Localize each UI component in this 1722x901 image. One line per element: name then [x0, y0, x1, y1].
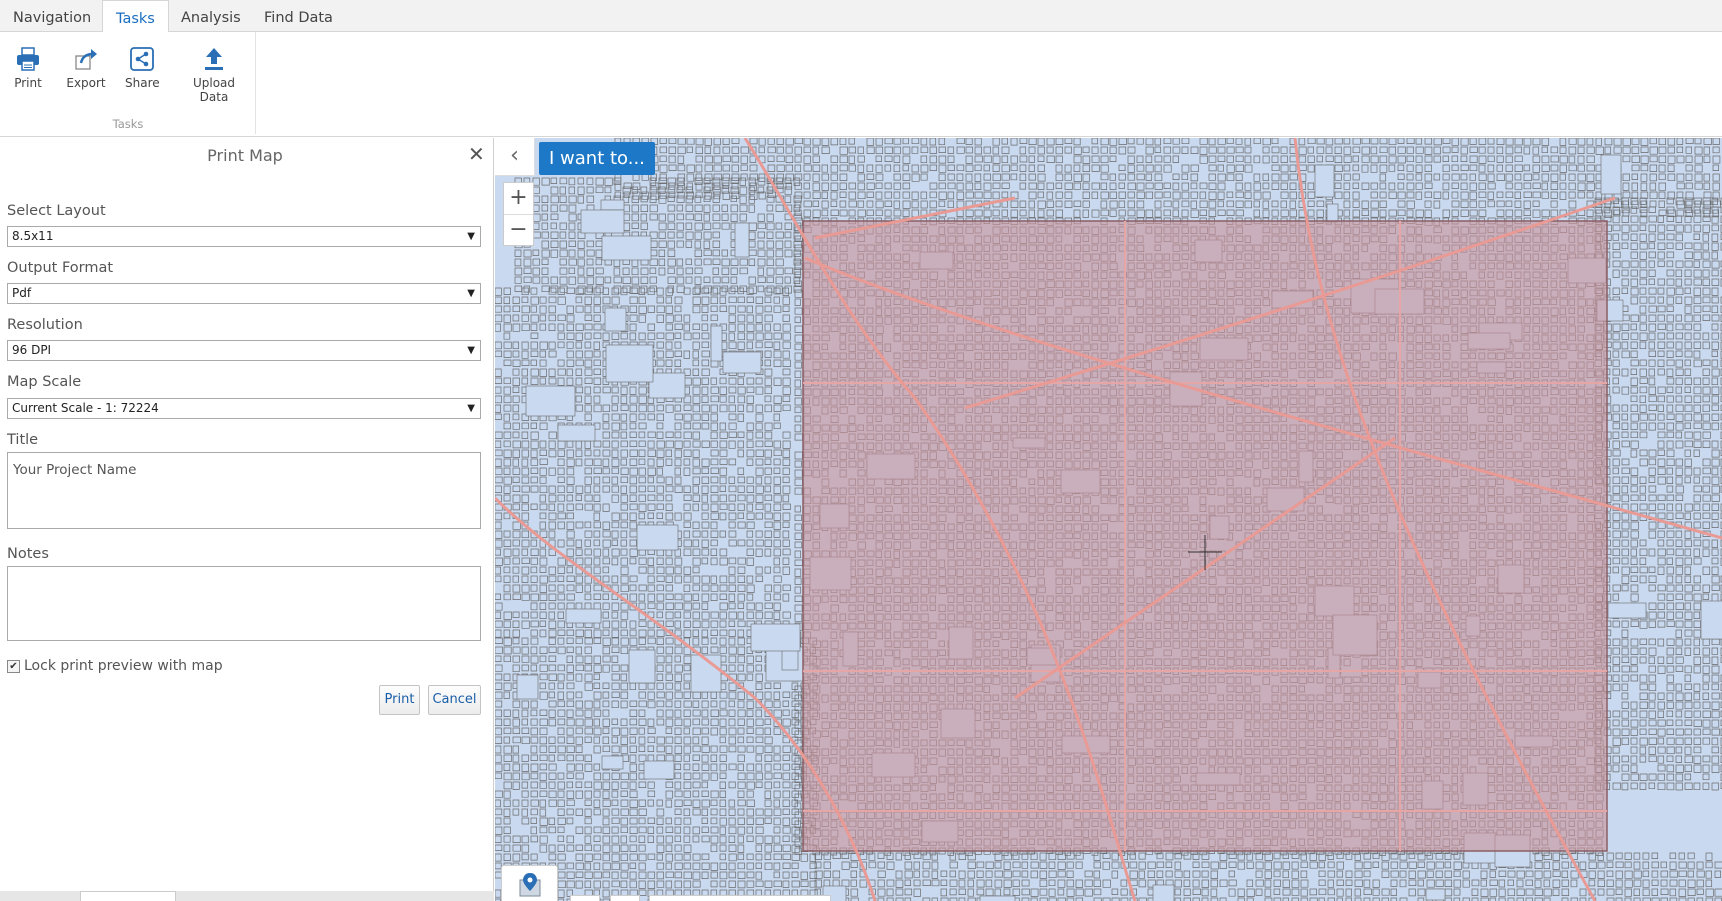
map-bottom-control[interactable]	[610, 895, 640, 901]
ribbon: Print Export Share Upload Data Tasks	[0, 32, 1722, 137]
tab-tasks[interactable]: Tasks	[102, 0, 169, 33]
map-bottom-control[interactable]	[570, 895, 600, 901]
title-label: Title	[7, 432, 39, 448]
open-parcel	[1700, 600, 1722, 640]
map-scale-value: Current Scale - 1: 72224	[12, 401, 159, 415]
chevron-down-icon: ▼	[467, 231, 475, 242]
ribbon-group-label: Tasks	[112, 117, 144, 131]
tab-find-data[interactable]: Find Data	[251, 0, 346, 32]
zoom-in-button[interactable]: +	[504, 183, 533, 214]
open-parcel	[643, 760, 675, 780]
close-icon[interactable]: ✕	[468, 142, 485, 166]
map-scale-dropdown[interactable]: Current Scale - 1: 72224 ▼	[7, 398, 481, 419]
upload-data-button-label: Upload Data	[192, 76, 236, 104]
open-parcel	[1425, 888, 1446, 901]
notes-textarea[interactable]	[7, 566, 481, 641]
export-icon	[75, 49, 97, 70]
zoom-control: + −	[503, 182, 534, 246]
printer-icon	[17, 47, 39, 71]
resolution-value: 96 DPI	[12, 343, 52, 357]
resolution-dropdown[interactable]: 96 DPI ▼	[7, 340, 481, 361]
collapse-panel-button[interactable]: ‹	[495, 138, 535, 176]
map-scale-bar	[649, 895, 831, 901]
print-button[interactable]: Print	[12, 46, 44, 90]
share-button-label: Share	[125, 76, 160, 90]
title-textarea-value: Your Project Name	[13, 462, 137, 478]
select-layout-dropdown[interactable]: 8.5x11 ▼	[7, 226, 481, 247]
chevron-down-icon: ▼	[467, 288, 475, 299]
i-want-to-button[interactable]: I want to...	[539, 142, 655, 175]
open-parcel	[580, 209, 625, 234]
open-parcel	[600, 199, 625, 211]
resolution-label: Resolution	[7, 317, 83, 333]
map-canvas[interactable]	[495, 138, 1722, 901]
open-parcel	[710, 325, 723, 362]
panel-bottom-tab[interactable]	[80, 891, 176, 901]
open-parcel	[722, 351, 762, 374]
lock-preview-checkbox[interactable]: ✔	[7, 660, 20, 673]
open-parcel	[605, 344, 654, 383]
map-view[interactable]: ‹ I want to... + −	[495, 138, 1722, 901]
open-parcel	[750, 623, 801, 652]
print-map-panel: Print Map ✕ Select Layout 8.5x11 ▼ Outpu…	[0, 138, 494, 901]
title-textarea[interactable]: Your Project Name	[7, 452, 481, 529]
export-button[interactable]: Export	[66, 46, 106, 90]
open-parcel	[648, 372, 686, 399]
open-parcel	[601, 235, 652, 261]
select-layout-value: 8.5x11	[12, 229, 54, 243]
tab-navigation[interactable]: Navigation	[0, 0, 104, 32]
ribbon-group-tasks: Print Export Share Upload Data Tasks	[0, 32, 256, 134]
ribbon-tab-bar: Navigation Tasks Analysis Find Data	[0, 0, 1722, 33]
chevron-down-icon: ▼	[467, 345, 475, 356]
open-parcel	[734, 222, 750, 258]
print-button-label: Print	[14, 76, 42, 90]
open-parcel	[516, 674, 539, 700]
open-parcel	[565, 608, 602, 624]
share-icon	[130, 47, 154, 71]
open-parcel	[1326, 203, 1339, 223]
location-pin-icon	[519, 873, 540, 897]
print-submit-button[interactable]: Print	[379, 685, 420, 715]
open-parcel	[1607, 602, 1647, 619]
chevron-down-icon: ▼	[467, 403, 475, 414]
open-parcel	[525, 385, 576, 417]
output-format-dropdown[interactable]: Pdf ▼	[7, 283, 481, 304]
output-format-label: Output Format	[7, 260, 114, 276]
lock-preview-label: Lock print preview with map	[24, 658, 223, 674]
export-button-label: Export	[66, 76, 106, 90]
open-parcel	[601, 755, 624, 770]
cancel-button[interactable]: Cancel	[428, 685, 481, 715]
map-location-button[interactable]	[501, 865, 558, 901]
tab-analysis[interactable]: Analysis	[168, 0, 254, 32]
panel-bottom-tabs	[0, 891, 494, 901]
open-parcel	[628, 649, 656, 684]
panel-title: Print Map	[207, 146, 283, 165]
select-layout-label: Select Layout	[7, 203, 106, 219]
zoom-out-button[interactable]: −	[504, 214, 533, 246]
open-parcel	[636, 524, 679, 551]
upload-icon	[205, 48, 223, 70]
upload-data-button[interactable]: Upload Data	[180, 46, 248, 104]
open-parcel	[979, 895, 1016, 901]
open-parcel	[1600, 154, 1622, 195]
output-format-value: Pdf	[12, 286, 32, 300]
share-button[interactable]: Share	[125, 46, 160, 90]
open-parcel	[557, 424, 596, 442]
open-parcel	[604, 307, 627, 332]
notes-label: Notes	[7, 546, 49, 562]
open-parcel	[1314, 164, 1335, 198]
open-parcel	[1152, 884, 1175, 901]
map-scale-label: Map Scale	[7, 374, 82, 390]
